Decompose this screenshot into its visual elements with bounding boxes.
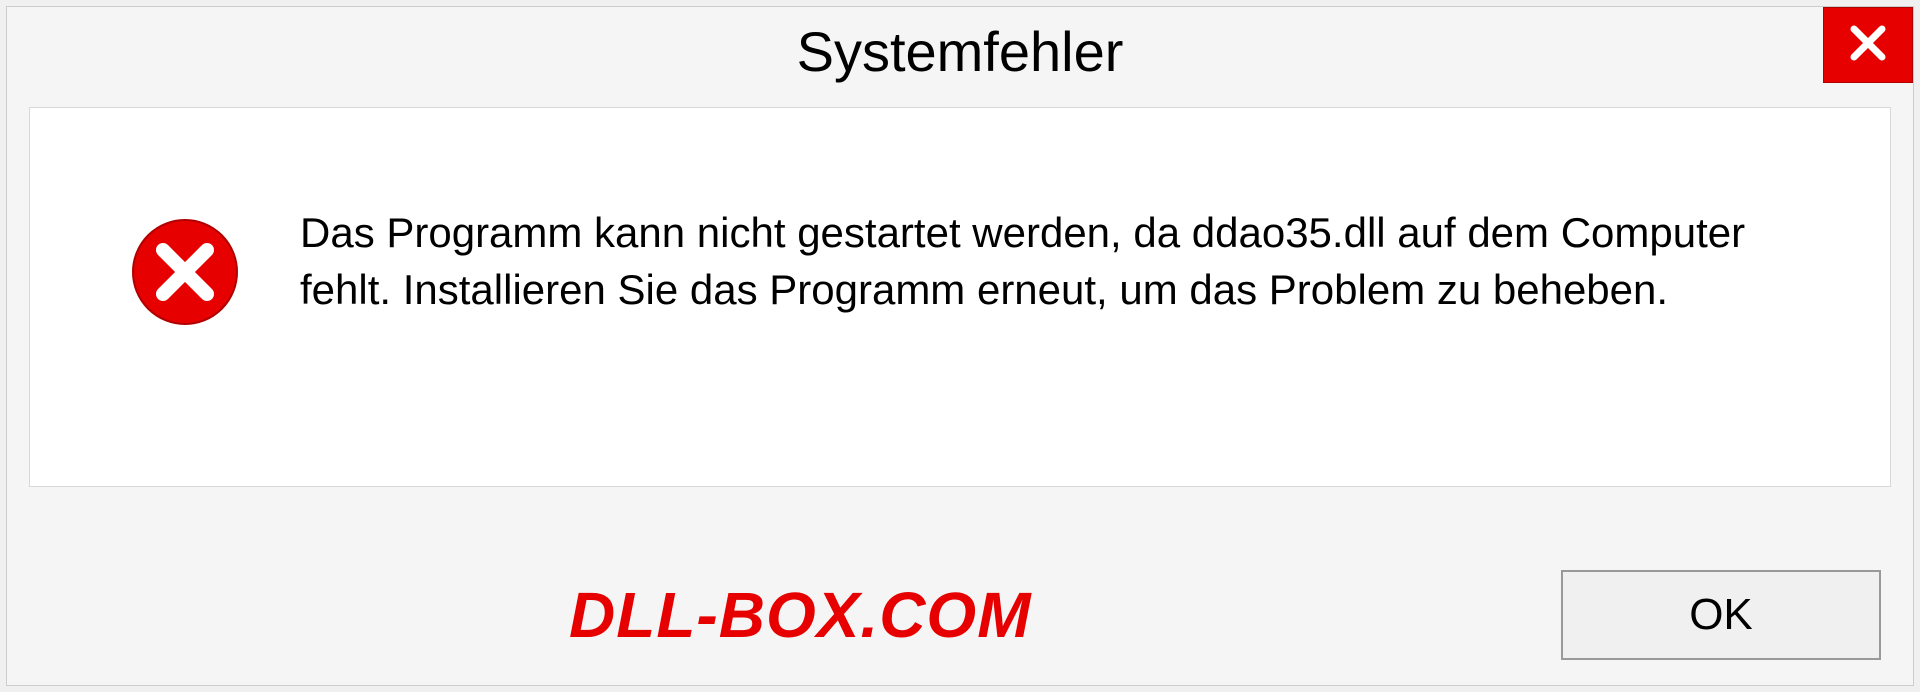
close-icon: [1846, 21, 1890, 70]
ok-button-label: OK: [1689, 590, 1753, 640]
content-panel: Das Programm kann nicht gestartet werden…: [29, 107, 1891, 487]
ok-button[interactable]: OK: [1561, 570, 1881, 660]
titlebar: Systemfehler: [7, 7, 1913, 97]
dialog-title: Systemfehler: [797, 19, 1124, 84]
watermark-text: DLL-BOX.COM: [29, 578, 1032, 652]
close-button[interactable]: [1823, 7, 1913, 83]
error-message: Das Programm kann nicht gestartet werden…: [300, 205, 1840, 318]
error-dialog: Systemfehler Das Programm kann nicht ges…: [6, 6, 1914, 686]
footer: DLL-BOX.COM OK: [29, 565, 1891, 665]
error-icon: [130, 217, 240, 327]
